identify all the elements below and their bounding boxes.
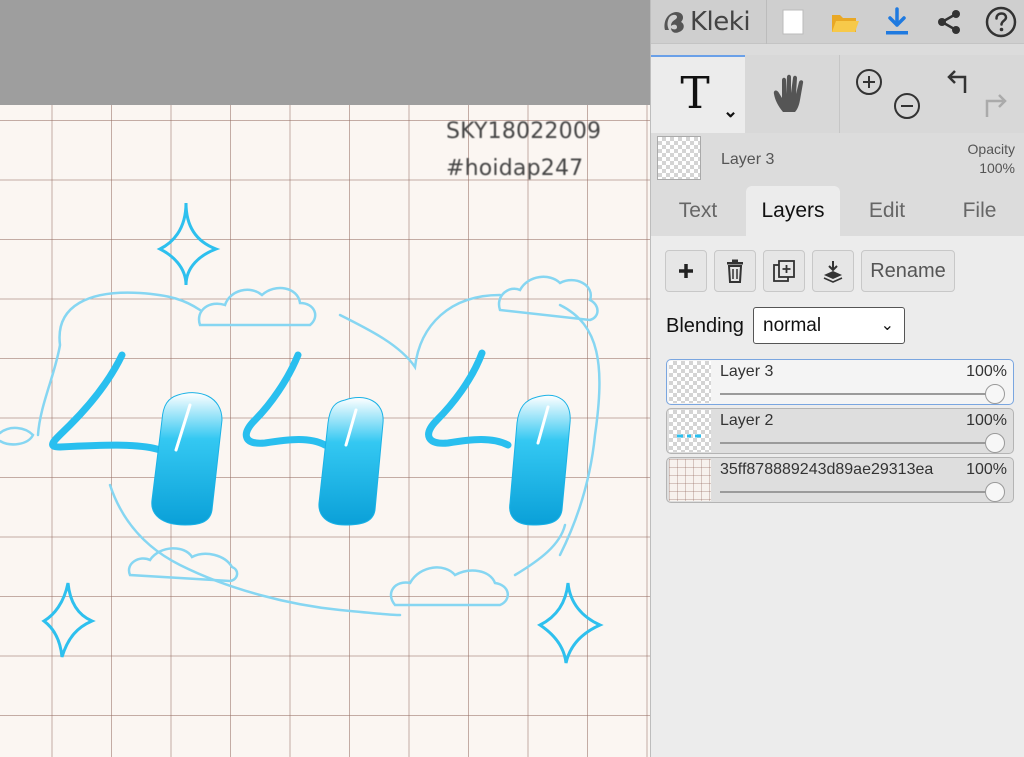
download-button[interactable] (879, 4, 915, 40)
active-layer-name: Layer 3 (721, 151, 775, 168)
layers-panel: Rename Blending normal ⌄ Layer 3 100% La… (651, 236, 1024, 757)
layer-opacity: 100% (966, 363, 1007, 380)
new-document-button[interactable] (775, 4, 811, 40)
text-tool-icon: T (680, 67, 710, 119)
layer-item-background[interactable]: 35ff878889243d89ae29313ea 100% (666, 457, 1014, 503)
chevron-down-icon: ⌄ (880, 317, 894, 334)
layer-opacity-slider[interactable] (720, 433, 1005, 453)
active-layer-preview: Layer 3 Opacity 100% (651, 133, 1024, 185)
layer-opacity-slider-knob[interactable] (985, 433, 1005, 453)
blending-label: Blending (666, 315, 744, 337)
history-controls (933, 55, 1024, 133)
layer-thumbnail (669, 459, 711, 501)
hand-tool-button[interactable] (745, 55, 839, 133)
merge-down-button[interactable] (812, 250, 854, 292)
canvas-artwork (0, 202, 604, 664)
duplicate-layer-button[interactable] (763, 250, 805, 292)
layer-name: Layer 3 (720, 363, 774, 380)
add-layer-button[interactable] (665, 250, 707, 292)
layer-opacity-slider-knob[interactable] (985, 482, 1005, 502)
delete-layer-button[interactable] (714, 250, 756, 292)
numerals-444 (49, 349, 571, 526)
hand-icon (773, 74, 804, 112)
layer-name: 35ff878889243d89ae29313ea (720, 461, 934, 478)
panel-tabs: Text Layers Edit File (651, 186, 1024, 236)
layer-item-layer-3[interactable]: Layer 3 100% (666, 359, 1014, 405)
share-button[interactable] (931, 4, 967, 40)
layer-name: Layer 2 (720, 412, 774, 429)
zoom-controls (839, 55, 933, 133)
layer-thumbnail (669, 410, 711, 452)
layer-opacity-slider[interactable] (720, 384, 1005, 404)
zoom-out-icon[interactable] (892, 91, 922, 121)
delete-layer-icon (727, 259, 743, 283)
blending-mode-select[interactable]: normal ⌄ (753, 307, 905, 344)
tab-text[interactable]: Text (651, 186, 745, 236)
add-layer-icon (679, 264, 693, 278)
tab-edit[interactable]: Edit (840, 186, 934, 236)
share-icon (938, 10, 960, 34)
opacity-value: 100% (979, 160, 1015, 176)
kleki-logo[interactable]: Kleki (661, 6, 751, 38)
duplicate-layer-icon (773, 260, 795, 282)
toolbar-divider (766, 0, 767, 44)
open-folder-icon (832, 15, 859, 32)
new-document-icon (782, 9, 804, 35)
layer-item-layer-2[interactable]: Layer 2 100% (666, 408, 1014, 454)
top-toolbar: Kleki (651, 0, 1024, 44)
chevron-down-icon[interactable]: ⌄ (723, 101, 738, 122)
layer-opacity: 100% (966, 461, 1007, 478)
layer-opacity: 100% (966, 412, 1007, 429)
rename-layer-button[interactable]: Rename (861, 250, 955, 292)
kleki-logo-icon (664, 12, 684, 33)
drawing-canvas[interactable]: SKY18022009 #hoidap247 (0, 105, 650, 757)
active-layer-thumbnail (657, 136, 701, 180)
help-button[interactable] (983, 4, 1019, 40)
app-name: Kleki (690, 7, 751, 37)
layer-opacity-slider-knob[interactable] (985, 384, 1005, 404)
sidebar: Kleki T ⌄ Layer 3 Opacity 100% Text Laye… (650, 0, 1024, 757)
layer-thumbnail (669, 361, 711, 403)
canvas-area[interactable]: SKY18022009 #hoidap247 (0, 0, 650, 757)
help-icon (985, 6, 1017, 38)
open-file-button[interactable] (827, 4, 863, 40)
blending-mode-value: normal (763, 315, 822, 336)
undo-icon[interactable] (943, 67, 973, 97)
opacity-label: Opacity (967, 141, 1015, 157)
layer-opacity-slider[interactable] (720, 482, 1005, 502)
active-layer-opacity: Opacity 100% (968, 140, 1015, 178)
download-icon (886, 7, 908, 35)
merge-down-icon (823, 261, 843, 283)
redo-icon[interactable] (981, 91, 1011, 121)
tab-layers[interactable]: Layers (746, 186, 840, 236)
text-tool-button[interactable]: T ⌄ (651, 55, 745, 133)
zoom-in-icon[interactable] (854, 67, 884, 97)
tab-file[interactable]: File (934, 186, 1024, 236)
tool-row: T ⌄ (651, 55, 1024, 133)
